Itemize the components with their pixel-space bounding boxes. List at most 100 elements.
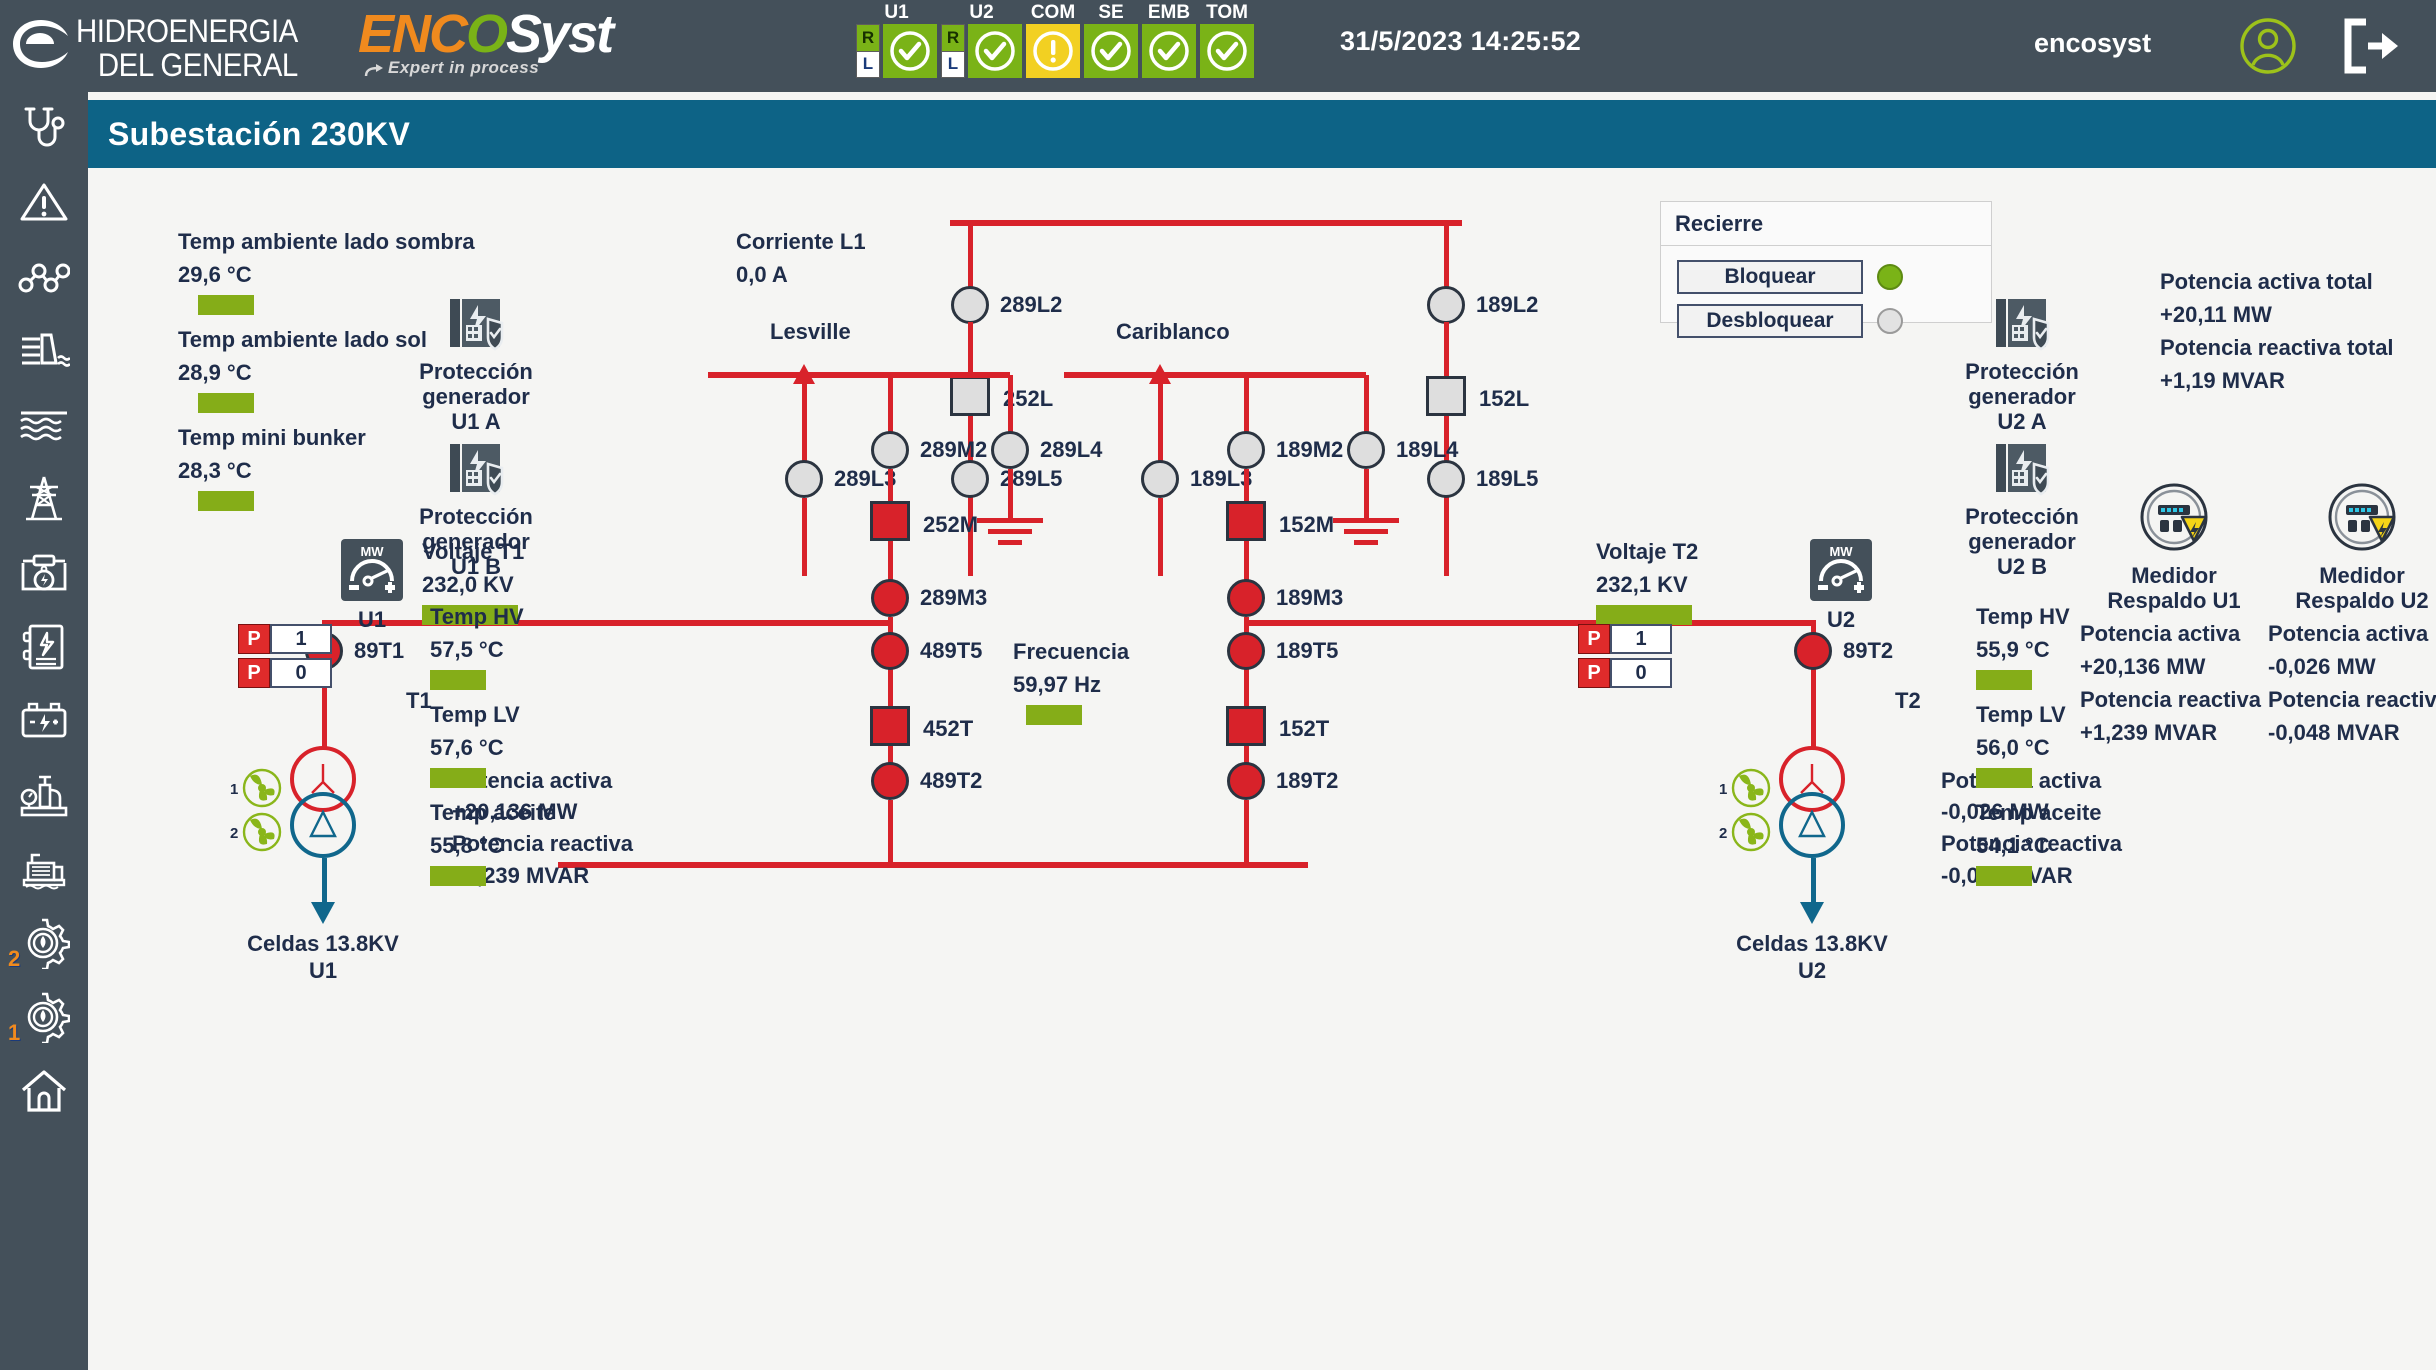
bloquear-button[interactable]: Bloquear bbox=[1677, 260, 1863, 294]
desbloquear-button[interactable]: Desbloquear bbox=[1677, 304, 1863, 338]
sld-canvas: Temp ambiente lado sombra 29,6 °C Temp a… bbox=[88, 168, 2436, 1370]
status-com-label: COM bbox=[1030, 2, 1076, 23]
device-489T2[interactable] bbox=[871, 762, 909, 800]
device-189M2[interactable] bbox=[1227, 431, 1265, 469]
medidor-u1-icon-wrap[interactable] bbox=[2136, 479, 2212, 555]
t2-temp-hv-value: 55,9 °C bbox=[1976, 637, 2050, 662]
status-u1-label: U1 bbox=[884, 2, 909, 23]
medidor-u1-activa-value: +20,136 MW bbox=[2080, 654, 2206, 679]
mw-gauge-icon: MW bbox=[1818, 544, 1864, 593]
wire-189m2-152m bbox=[1244, 469, 1249, 503]
sidebar-item-water-level[interactable] bbox=[0, 388, 88, 462]
syst-text: Syst bbox=[506, 4, 614, 64]
cooling-fan-2-icon[interactable] bbox=[242, 812, 282, 852]
status-u1[interactable]: U1 R L bbox=[856, 2, 937, 78]
status-com[interactable]: COM bbox=[1026, 2, 1080, 78]
device-252M-label: 252M bbox=[923, 512, 979, 537]
sidebar-item-generator[interactable] bbox=[0, 536, 88, 610]
status-se-led[interactable] bbox=[1084, 24, 1138, 78]
cooling-fan-1-icon[interactable] bbox=[242, 768, 282, 808]
logout-icon[interactable] bbox=[2340, 16, 2402, 76]
left-sidebar: 2 1 bbox=[0, 92, 88, 1370]
device-189M2-label: 189M2 bbox=[1276, 437, 1344, 462]
device-289M2-label: 289M2 bbox=[920, 437, 988, 462]
status-tom[interactable]: TOM bbox=[1200, 2, 1254, 78]
medidor-u2-line1: Medidor bbox=[2319, 563, 2405, 588]
status-u2-led[interactable] bbox=[968, 24, 1022, 78]
celdas-u1-line2: U1 bbox=[308, 958, 338, 983]
cooling-fan-1-number: 1 bbox=[230, 781, 239, 798]
device-189T5[interactable] bbox=[1227, 632, 1265, 670]
device-189L2[interactable] bbox=[1427, 286, 1465, 324]
device-289L2-label: 289L2 bbox=[1000, 292, 1063, 317]
sidebar-item-transmission[interactable] bbox=[0, 462, 88, 536]
device-289L4[interactable] bbox=[991, 431, 1029, 469]
t2-temp-hv-status-bar bbox=[1976, 670, 2032, 690]
device-289M3[interactable] bbox=[871, 579, 909, 617]
delta-symbol-icon bbox=[309, 809, 337, 838]
device-452T[interactable] bbox=[870, 706, 910, 746]
sidebar-item-battery[interactable] bbox=[0, 684, 88, 758]
status-u1-led[interactable] bbox=[883, 24, 937, 78]
sidebar-item-dam[interactable] bbox=[0, 314, 88, 388]
device-152M[interactable] bbox=[1226, 501, 1266, 541]
sidebar-item-alarms[interactable] bbox=[0, 166, 88, 240]
wire-189l2-152l bbox=[1444, 322, 1449, 378]
encosyst-wordmark: ENCOSyst bbox=[358, 6, 688, 62]
u1-tap-row-1[interactable]: P 1 bbox=[238, 624, 332, 654]
status-u2[interactable]: U2 R L bbox=[941, 2, 1022, 78]
protection-u2a-icon-wrap[interactable] bbox=[1990, 293, 2052, 355]
wire-189l5-bus bbox=[1444, 498, 1449, 576]
device-289L2[interactable] bbox=[951, 286, 989, 324]
device-189M3[interactable] bbox=[1227, 579, 1265, 617]
user-account-icon[interactable] bbox=[2238, 16, 2298, 76]
check-circle-icon bbox=[1149, 31, 1189, 71]
status-u2-remote-local-toggle[interactable]: R L bbox=[941, 24, 965, 78]
water-waves-icon bbox=[20, 411, 67, 441]
sidebar-item-reports[interactable] bbox=[0, 610, 88, 684]
device-252L[interactable] bbox=[950, 376, 990, 416]
sidebar-item-turbine-2[interactable]: 2 bbox=[0, 906, 88, 980]
device-189L4[interactable] bbox=[1347, 431, 1385, 469]
status-com-led[interactable] bbox=[1026, 24, 1080, 78]
sidebar-item-turbine-1[interactable]: 1 bbox=[0, 980, 88, 1054]
mw-gauge-u2[interactable]: MW bbox=[1810, 539, 1872, 601]
t1-temp-aceite-label: Temp aceite bbox=[430, 800, 556, 825]
device-289L5[interactable] bbox=[951, 460, 989, 498]
device-489T5[interactable] bbox=[871, 632, 909, 670]
sidebar-item-network[interactable] bbox=[0, 240, 88, 314]
device-289M2[interactable] bbox=[871, 431, 909, 469]
device-252M[interactable] bbox=[870, 501, 910, 541]
medidor-u2-icon-wrap[interactable] bbox=[2324, 479, 2400, 555]
sidebar-item-home[interactable] bbox=[0, 1054, 88, 1128]
device-152T[interactable] bbox=[1226, 706, 1266, 746]
u2-tap-row-1[interactable]: P 1 bbox=[1578, 624, 1672, 654]
mw-gauge-u1[interactable]: MW bbox=[341, 539, 403, 601]
protection-u2b-icon-wrap[interactable] bbox=[1990, 438, 2052, 500]
device-189L5-label: 189L5 bbox=[1476, 466, 1539, 491]
status-tom-led[interactable] bbox=[1200, 24, 1254, 78]
sidebar-item-valves[interactable] bbox=[0, 758, 88, 832]
status-u1-local: L bbox=[856, 51, 880, 78]
status-u1-remote: R bbox=[856, 24, 880, 52]
cooling-fan-2-icon[interactable] bbox=[1731, 812, 1771, 852]
u2-tap-row-2[interactable]: P 0 bbox=[1578, 658, 1672, 688]
protection-u1b-icon-wrap[interactable] bbox=[444, 438, 506, 500]
device-152L[interactable] bbox=[1426, 376, 1466, 416]
device-289L3[interactable] bbox=[785, 460, 823, 498]
device-189L3[interactable] bbox=[1141, 460, 1179, 498]
status-se[interactable]: SE bbox=[1084, 2, 1138, 78]
status-emb[interactable]: EMB bbox=[1142, 2, 1196, 78]
sidebar-item-diagnostics[interactable] bbox=[0, 92, 88, 166]
recierre-desbloquear-row: Desbloquear bbox=[1677, 304, 1975, 338]
status-emb-led[interactable] bbox=[1142, 24, 1196, 78]
device-189T2[interactable] bbox=[1227, 762, 1265, 800]
u1-tap-row-2[interactable]: P 0 bbox=[238, 658, 332, 688]
ambient-sun-value: 28,9 °C bbox=[178, 360, 252, 385]
device-189L5[interactable] bbox=[1427, 460, 1465, 498]
protection-u1a-icon-wrap[interactable] bbox=[444, 293, 506, 355]
device-89T2[interactable] bbox=[1794, 632, 1832, 670]
cooling-fan-1-icon[interactable] bbox=[1731, 768, 1771, 808]
status-u1-remote-local-toggle[interactable]: R L bbox=[856, 24, 880, 78]
sidebar-item-pump[interactable] bbox=[0, 832, 88, 906]
